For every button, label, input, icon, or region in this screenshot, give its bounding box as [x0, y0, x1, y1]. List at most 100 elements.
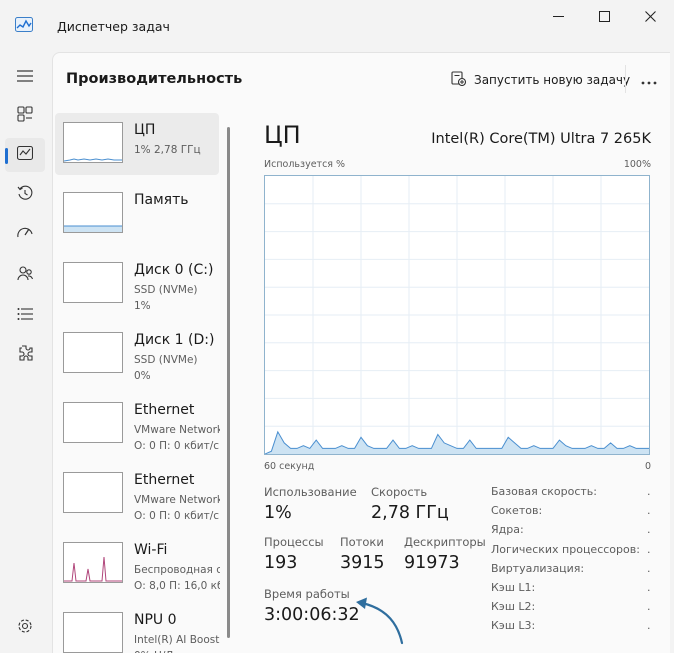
resource-thumbnail-graph	[63, 612, 123, 653]
nav-users[interactable]	[5, 258, 45, 292]
maximize-button[interactable]	[584, 6, 624, 26]
nav-details[interactable]	[5, 298, 45, 332]
resource-metric: 0%	[134, 370, 151, 382]
resource-item[interactable]: NPU 0Intel(R) AI Boost0% Н/Д	[55, 603, 219, 653]
resource-name: Диск 1 (D:)	[134, 332, 215, 348]
resource-subtitle: SSD (NVMe)	[134, 284, 198, 296]
cpu-usage-graph	[264, 175, 650, 455]
resource-thumbnail-graph	[63, 472, 123, 513]
nav-settings[interactable]	[5, 611, 45, 645]
new-task-icon	[451, 71, 474, 89]
resource-metric: О: 0 П: 0 кбит/с	[134, 440, 220, 452]
handles-value: 91973	[404, 553, 460, 573]
nav-performance[interactable]	[5, 138, 45, 172]
cpu-spec-value: .	[647, 581, 651, 594]
resource-subtitle: 1% 2,78 ГГц	[134, 144, 201, 156]
hamburger-menu-button[interactable]	[5, 59, 45, 93]
graph-top-right-label: 100%	[623, 159, 651, 170]
resource-list-scrollbar[interactable]	[227, 127, 230, 638]
handles-label: Дескрипторы	[404, 535, 486, 549]
cpu-spec-label: Кэш L2:	[491, 600, 536, 614]
processes-value: 193	[264, 553, 298, 573]
resource-item[interactable]: Память	[55, 183, 219, 245]
resource-name: Wi-Fi	[134, 542, 168, 558]
resource-thumbnail-graph	[63, 262, 123, 303]
processes-label: Процессы	[264, 535, 324, 549]
thumbnail-graph-canvas	[64, 263, 122, 302]
title-bar: Диспетчер задач	[0, 0, 674, 52]
thumbnail-graph-canvas	[64, 225, 122, 232]
speed-label: Скорость	[371, 485, 428, 499]
resource-name: Диск 0 (C:)	[134, 262, 214, 278]
resource-item[interactable]: Диск 1 (D:) SSD (NVMe) 0%	[55, 323, 219, 385]
page-title: Производительность	[66, 71, 243, 87]
resource-thumbnail-graph	[63, 192, 123, 233]
resource-thumbnail-graph	[63, 402, 123, 443]
resource-metric: О: 8,0 П: 16,0 кб	[134, 580, 220, 592]
window-title: Диспетчер задач	[57, 19, 170, 34]
nav-processes[interactable]	[5, 99, 45, 133]
cpu-spec-label: Сокетов:	[491, 504, 543, 518]
resource-thumbnail-graph	[63, 542, 123, 583]
resource-item[interactable]: ЦП 1% 2,78 ГГц	[55, 113, 219, 175]
hamburger-menu-icon	[17, 67, 33, 86]
run-new-task-button[interactable]: Запустить новую задачу	[451, 69, 630, 91]
app-history-icon	[17, 185, 33, 205]
cpu-spec-value: .	[647, 485, 651, 498]
minimize-button[interactable]	[538, 6, 578, 26]
cpu-spec-value: .	[647, 523, 651, 537]
graph-bottom-left-label: 60 секунд	[264, 461, 315, 472]
more-options-button[interactable]	[637, 67, 661, 91]
thumbnail-graph-canvas	[64, 403, 122, 442]
run-new-task-label: Запустить новую задачу	[474, 73, 631, 87]
uptime-value: 3:00:06:32	[264, 605, 360, 625]
maximize-icon	[598, 7, 610, 26]
nav-services[interactable]	[5, 338, 45, 372]
resource-name: Память	[134, 192, 189, 208]
thumbnail-cpu-line	[64, 158, 122, 162]
cpu-spec-value: .	[647, 561, 651, 575]
details-icon	[17, 306, 33, 325]
resource-name: Ethernet	[134, 472, 195, 488]
thumbnail-graph-canvas	[64, 333, 122, 372]
resource-name: Ethernet	[134, 402, 195, 418]
resource-subtitle: VMware Network	[134, 494, 220, 506]
services-icon	[17, 345, 33, 365]
cpu-spec-label: Кэш L3:	[491, 619, 536, 633]
thumbnail-graph-canvas	[64, 556, 122, 582]
resource-name: ЦП	[134, 122, 156, 138]
cpu-usage-graph-canvas	[265, 176, 649, 454]
settings-icon	[17, 618, 33, 638]
usage-label: Использование	[264, 485, 357, 499]
toolbar-divider	[625, 65, 626, 93]
cpu-spec-label: Логических процессоров:	[491, 542, 640, 556]
usage-value: 1%	[264, 503, 292, 523]
resource-item[interactable]: Wi-Fi Беспроводная се О: 8,0 П: 16,0 кб	[55, 533, 220, 595]
resource-thumbnail-graph	[63, 332, 123, 373]
cpu-spec-label: Кэш L1:	[491, 581, 536, 594]
cpu-spec-label: Базовая скорость:	[491, 485, 597, 498]
cpu-spec-value: .	[647, 619, 651, 633]
resource-item[interactable]: Ethernet VMware Network О: 0 П: 0 кбит/с	[55, 393, 220, 455]
resource-item[interactable]: Диск 0 (C:) SSD (NVMe) 1%	[55, 253, 219, 315]
cpu-spec-value: .	[647, 600, 651, 614]
graph-bottom-right-label: 0	[644, 461, 651, 472]
resource-name: NPU 0	[134, 612, 177, 628]
thumbnail-graph-canvas	[64, 473, 122, 512]
users-icon	[17, 265, 34, 285]
resource-item[interactable]: Ethernet VMware Network О: 0 П: 0 кбит/с	[55, 463, 220, 525]
graph-top-left-label: Используется %	[264, 159, 346, 170]
close-button[interactable]	[630, 6, 670, 26]
startup-apps-icon	[17, 225, 33, 245]
nav-startup-apps[interactable]	[5, 218, 45, 252]
nav-app-history[interactable]	[5, 178, 45, 212]
cpu-spec-label: Виртуализация:	[491, 561, 585, 575]
thumbnail-graph-canvas	[64, 613, 122, 652]
navigation-rail	[0, 52, 52, 653]
uptime-label: Время работы	[264, 587, 350, 601]
resource-subtitle: VMware Network	[134, 424, 220, 436]
resource-subtitle: Intel(R) AI Boost	[134, 634, 220, 646]
thumbnail-graph-canvas	[64, 158, 122, 162]
processes-icon	[17, 106, 33, 126]
resource-thumbnail-graph	[63, 122, 123, 163]
